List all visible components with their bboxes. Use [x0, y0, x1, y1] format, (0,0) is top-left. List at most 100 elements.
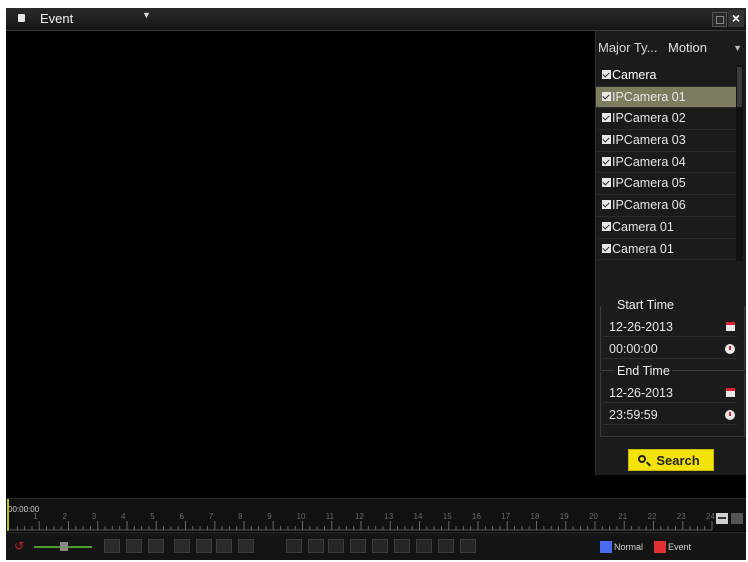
slow-button[interactable] [416, 539, 432, 553]
zoom-out-button[interactable] [716, 513, 728, 524]
end-date-value: 12-26-2013 [609, 386, 673, 400]
timeline-hour-label: 20 [589, 512, 598, 521]
end-date-field[interactable]: 12-26-2013 [603, 383, 737, 403]
camera-item-label: Camera 01 [612, 241, 674, 256]
pause-button[interactable] [350, 539, 366, 553]
play-button[interactable] [328, 539, 344, 553]
tag-button[interactable] [148, 539, 164, 553]
camera-item[interactable]: IPCamera 01 [596, 86, 736, 109]
camera-item-label: IPCamera 03 [612, 133, 686, 148]
timeline-hour-label: 8 [238, 512, 243, 521]
window-title: Event [40, 11, 74, 26]
checkbox-icon[interactable] [602, 221, 611, 231]
start-time-group: Start Time 12-26-2013 00:00:00 [600, 298, 745, 371]
timeline-hour-label: 15 [443, 512, 452, 521]
zoom-in-button[interactable] [731, 513, 743, 524]
timeline-scale: 1 2 3 4 5 6 7 8 9 10 11 12 13 14 15 16 17 18 19 20 21 22 23 24 [10, 512, 715, 531]
timeline-hour-label: 7 [209, 512, 214, 521]
camera-item[interactable]: IPCamera 06 [596, 195, 736, 217]
calendar-icon[interactable] [726, 322, 735, 331]
volume-slider-handle[interactable] [60, 542, 68, 551]
timeline-hour-label: 21 [618, 512, 627, 521]
window-icon [18, 14, 25, 22]
checkbox-icon[interactable] [602, 156, 611, 166]
clip-button[interactable] [104, 539, 120, 553]
start-time-field[interactable]: 00:00:00 [603, 339, 737, 359]
search-panel: Major Ty... Motion ▼ Camera IPCamera 01 … [595, 31, 746, 475]
camera-item[interactable]: IPCamera 02 [596, 108, 736, 131]
search-button[interactable]: Search [628, 449, 714, 471]
zoom-icon[interactable] [238, 539, 254, 553]
timeline-hour-label: 19 [560, 512, 569, 521]
fast-button[interactable] [438, 539, 454, 553]
camera-item[interactable]: IPCamera 04 [596, 152, 736, 174]
timeline-hour-label: 16 [472, 512, 481, 521]
return-icon[interactable]: ↺ [12, 539, 26, 553]
start-time-label: Start Time [615, 298, 676, 312]
calendar-icon[interactable] [726, 388, 735, 397]
timeline-hour-label: 17 [501, 512, 510, 521]
step-back-button[interactable] [372, 539, 388, 553]
major-type-value: Motion [668, 40, 708, 55]
chevron-down-icon: ▼ [733, 43, 742, 53]
start-date-field[interactable]: 12-26-2013 [603, 317, 737, 337]
major-type-select[interactable]: Motion ▼ [666, 37, 744, 59]
start-time-value: 00:00:00 [609, 342, 658, 356]
checkbox-icon[interactable] [602, 243, 611, 253]
checkbox-icon[interactable] [602, 91, 611, 101]
camera-item[interactable]: Camera 01 [596, 239, 736, 261]
timeline-hour-label: 4 [121, 512, 126, 521]
legend-event-swatch [654, 541, 666, 553]
timeline-bar[interactable]: 1 2 3 4 5 6 7 8 9 10 11 12 13 14 15 16 17 18 19 20 21 22 23 24 … [6, 498, 746, 531]
timeline-hour-label: 10 [297, 512, 306, 521]
camera-item-label: IPCamera 04 [612, 154, 686, 169]
timeline-hour-label: 11 [326, 512, 335, 521]
tag-manage-button[interactable] [196, 539, 212, 553]
close-button[interactable]: × [728, 10, 744, 27]
chevron-down-icon[interactable]: ▼ [142, 10, 151, 20]
time-readout: 00:00:00 [8, 505, 40, 514]
timeline-hour-label: 3 [92, 512, 97, 521]
video-viewport[interactable] [6, 31, 594, 475]
gear-icon[interactable] [216, 539, 232, 553]
end-time-field[interactable]: 23:59:59 [603, 405, 737, 425]
legend-normal-label: Normal [614, 542, 644, 552]
snapshot-button[interactable] [126, 539, 142, 553]
clock-icon[interactable] [725, 410, 735, 420]
timeline-cursor[interactable] [7, 499, 9, 531]
timeline-hour-label: 22 [648, 512, 657, 521]
restore-button[interactable] [712, 12, 727, 27]
timeline-hour-label: 14 [414, 512, 423, 521]
major-type-label: Major Ty... [598, 40, 658, 55]
camera-item-label: IPCamera 01 [612, 89, 686, 104]
step-forward-button[interactable] [394, 539, 410, 553]
camera-item-label: Camera 01 [612, 219, 674, 234]
camera-item[interactable]: Camera 01 [596, 217, 736, 239]
checkbox-icon[interactable] [602, 113, 611, 123]
checkbox-icon[interactable] [602, 135, 611, 145]
end-time-label: End Time [615, 364, 672, 378]
scrollbar-thumb[interactable] [737, 67, 742, 107]
next-button[interactable] [460, 539, 476, 553]
clock-icon[interactable] [725, 344, 735, 354]
checkbox-icon[interactable] [602, 70, 611, 79]
playback-controls: ↺ Normal Event [6, 532, 746, 560]
reverse-play-button[interactable] [286, 539, 302, 553]
playback-window: Event ▼ × Major Ty... Motion ▼ Camera IP… [6, 8, 746, 560]
timeline-hour-label: 13 [384, 512, 393, 521]
camera-list-header[interactable]: Camera [596, 65, 736, 87]
checkbox-icon[interactable] [602, 200, 611, 210]
camera-item[interactable]: IPCamera 03 [596, 130, 736, 152]
camera-item-label: IPCamera 06 [612, 198, 686, 213]
camera-item-label: IPCamera 02 [612, 111, 686, 126]
custom-tag-button[interactable] [174, 539, 190, 553]
timeline-hour-label: 23 [677, 512, 686, 521]
timeline-hour-label: 24 [706, 512, 715, 521]
end-time-value: 23:59:59 [609, 408, 658, 422]
stop-button[interactable] [308, 539, 324, 553]
checkbox-icon[interactable] [602, 178, 611, 188]
start-date-value: 12-26-2013 [609, 320, 673, 334]
camera-item[interactable]: IPCamera 05 [596, 173, 736, 196]
legend-event-label: Event [668, 542, 692, 552]
timeline-hour-label: 12 [355, 512, 364, 521]
